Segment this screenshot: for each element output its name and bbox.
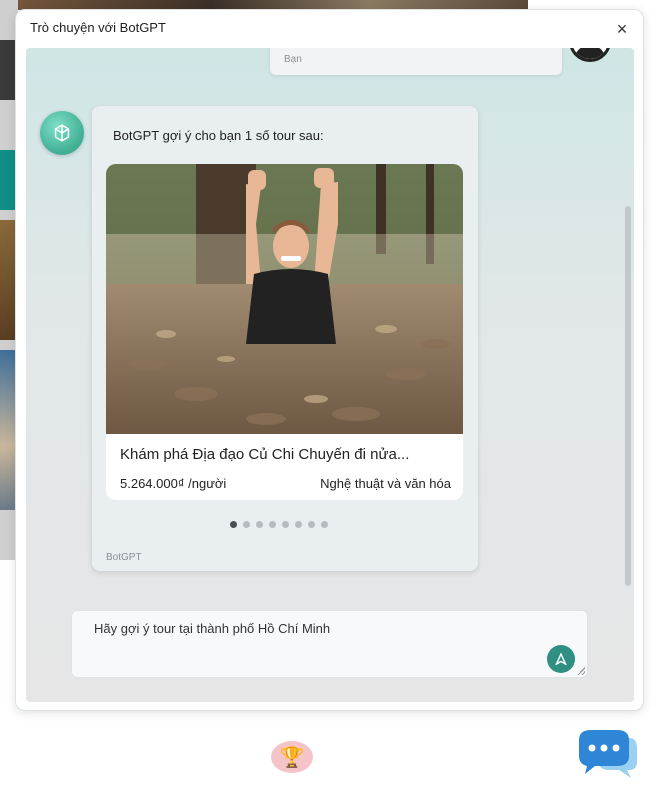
trophy-icon: 🏆	[271, 741, 313, 773]
resize-handle[interactable]	[577, 667, 585, 675]
carousel-dot[interactable]	[230, 521, 237, 528]
carousel-dot[interactable]	[308, 521, 315, 528]
bot-message-text: BotGPT gợi ý cho bạn 1 số tour sau:	[113, 128, 324, 143]
tour-category: Nghệ thuật và văn hóa	[320, 476, 451, 491]
carousel-dot[interactable]	[256, 521, 263, 528]
tour-card[interactable]: Khám phá Địa đạo Củ Chi Chuyến đi nửa...…	[106, 164, 463, 500]
openai-logo-icon	[40, 111, 84, 155]
carousel-dot[interactable]	[243, 521, 250, 528]
chat-messages-area[interactable]: Bạn BotGPT gợi ý cho bạn 1 số tour sau:	[26, 48, 634, 702]
send-icon[interactable]	[547, 645, 575, 673]
tour-title[interactable]: Khám phá Địa đạo Củ Chi Chuyến đi nửa...	[120, 446, 409, 463]
tour-image	[106, 164, 463, 434]
chat-header: Trò chuyện với BotGPT ×	[16, 10, 643, 46]
carousel-dots	[230, 521, 328, 529]
user-icon	[569, 48, 611, 62]
tour-price: 5.264.000₫ /người	[120, 476, 227, 491]
chat-window: Trò chuyện với BotGPT × Bạn BotGPT gợi ý…	[15, 9, 644, 711]
scrollbar[interactable]	[625, 206, 631, 586]
user-message-bubble: Bạn	[270, 48, 562, 75]
message-input-text[interactable]: Hãy gợi ý tour tại thành phố Hồ Chí Minh	[94, 621, 330, 636]
close-icon[interactable]: ×	[613, 20, 631, 38]
chat-bubble-icon[interactable]	[577, 728, 639, 782]
message-sender: Bạn	[284, 54, 302, 65]
carousel-dot[interactable]	[321, 521, 328, 528]
carousel-dot[interactable]	[295, 521, 302, 528]
bot-message-bubble: BotGPT gợi ý cho bạn 1 số tour sau: Khám…	[92, 106, 478, 571]
chat-title: Trò chuyện với BotGPT	[30, 20, 166, 35]
carousel-dot[interactable]	[282, 521, 289, 528]
message-sender: BotGPT	[106, 552, 142, 563]
message-input[interactable]: Hãy gợi ý tour tại thành phố Hồ Chí Minh	[71, 610, 588, 678]
carousel-dot[interactable]	[269, 521, 276, 528]
